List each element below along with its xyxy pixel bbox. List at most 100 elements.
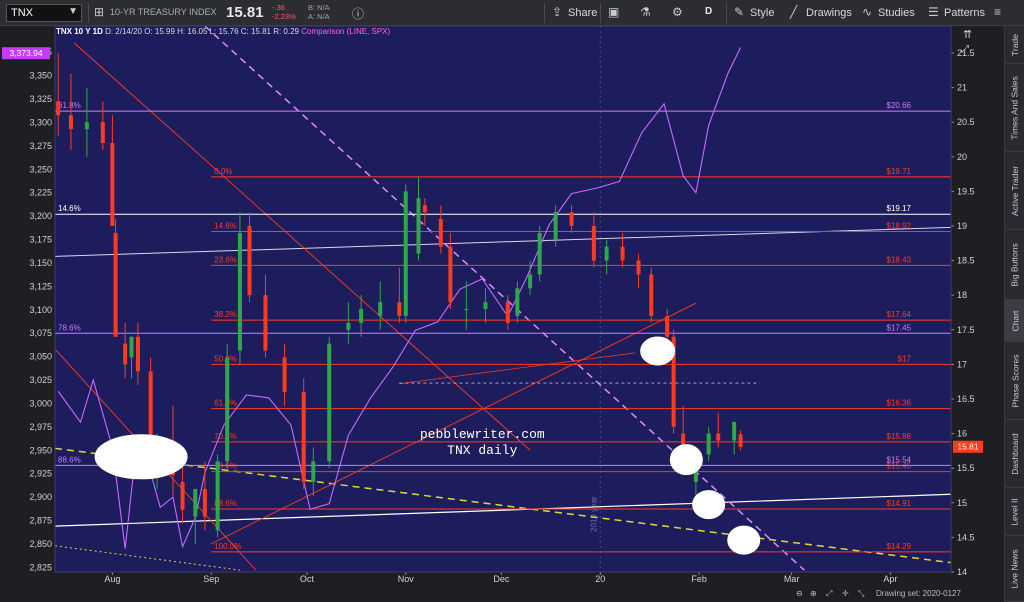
candle-body (448, 246, 453, 303)
top-toolbar: TNX ▼ ⊞ 10-YR TREASURY INDEX 15.81 -.36 … (0, 0, 1024, 26)
instrument-description: 10-YR TREASURY INDEX (110, 7, 217, 17)
drawing-set-label[interactable]: Drawing set: 2020-0127 (876, 589, 961, 598)
watermark-line-2: TNX daily (447, 443, 517, 458)
sidebar-tab-label: Dashboard (1010, 432, 1020, 475)
left-axis-label: 2,850 (29, 539, 52, 549)
candle-body (732, 421, 737, 441)
candle-body (738, 434, 743, 447)
info-icon[interactable]: ⓘ (352, 5, 364, 22)
fib-level-percent: 14.6% (214, 222, 237, 231)
axis-expand-icon[interactable]: ⤢ (961, 44, 969, 55)
candle-body (100, 122, 105, 143)
highlight-ellipse (669, 444, 703, 476)
gear-icon[interactable]: ⚙ (672, 5, 683, 19)
style-button[interactable]: Style (750, 5, 774, 21)
x-axis-label: Dec (493, 574, 510, 584)
candle-body (193, 488, 198, 517)
x-axis-label: Apr (883, 574, 897, 584)
sidebar-tab-live-news[interactable]: Live News (1005, 536, 1024, 602)
sidebar-tab-label: Big Buttons (1010, 242, 1021, 287)
chart-canvas[interactable]: 2019 year 0.0% $19.71 14.6% $18.92 23.6% $18.4… (0, 26, 1004, 602)
fib-level-value: $20.66 (887, 101, 912, 110)
fib-level-value: $15.54 (887, 455, 912, 464)
share-button[interactable]: Share (568, 5, 597, 21)
toolbar-divider (88, 3, 89, 23)
right-axis-label: 20 (957, 152, 967, 162)
right-axis-label: 19 (957, 221, 967, 231)
candle-body (620, 246, 625, 261)
candle-body (649, 274, 654, 316)
candle-body (215, 461, 220, 531)
sidebar-tab-phase-scores[interactable]: Phase Scores (1005, 342, 1024, 420)
drawings-icon[interactable]: ╱ (790, 5, 797, 19)
left-axis-label: 3,050 (29, 352, 52, 362)
chevron-down-icon[interactable]: ▼ (68, 6, 78, 17)
zoom-in-icon[interactable]: ⊕ (810, 589, 817, 598)
candle-body (505, 302, 510, 323)
add-watchlist-icon[interactable]: ⊞ (94, 5, 104, 19)
x-axis-label: Mar (784, 574, 800, 584)
crosshair-icon[interactable]: ✛ (842, 589, 849, 598)
sidebar-tab-times-and-sales[interactable]: Times And Sales (1005, 64, 1024, 152)
patterns-icon[interactable]: ☰ (928, 5, 939, 19)
candle-body (247, 225, 252, 296)
fib-level-value: $14.29 (887, 542, 912, 551)
period-selector[interactable]: D (705, 6, 712, 17)
x-axis-label: Nov (398, 574, 415, 584)
left-axis-label: 2,950 (29, 445, 52, 455)
sidebar-tab-trade[interactable]: Trade (1005, 26, 1024, 64)
candle-body (282, 357, 287, 393)
fit-icon[interactable]: ⤢ (826, 589, 832, 599)
candle-body (135, 336, 140, 372)
right-axis-label: 15.5 (957, 463, 975, 473)
header-comparison: Comparison (LINE, SPX) (301, 27, 391, 36)
ask-value: A: N/A (308, 12, 330, 21)
more-menu-icon[interactable]: ≡ (994, 5, 1001, 19)
sidebar-tab-dashboard[interactable]: Dashboard (1005, 420, 1024, 488)
flask-icon[interactable]: ⚗ (640, 5, 651, 19)
left-axis-label: 2,825 (29, 562, 52, 572)
last-price: 15.81 (226, 4, 264, 21)
patterns-button[interactable]: Patterns (944, 5, 985, 21)
candle-body (604, 246, 609, 261)
fib-level-value: $14.91 (887, 499, 912, 508)
fib-level-value: $16.36 (887, 399, 912, 408)
sidebar-tab-big-buttons[interactable]: Big Buttons (1005, 230, 1024, 300)
x-axis-label: 20 (595, 574, 605, 584)
save-icon[interactable]: ▣ (608, 5, 619, 19)
drawings-button[interactable]: Drawings (806, 5, 852, 21)
zoom-out-icon[interactable]: ⊖ (796, 589, 803, 598)
sidebar-tab-chart[interactable]: Chart (1005, 300, 1024, 342)
candle-body (569, 212, 574, 226)
style-icon[interactable]: ✎ (734, 5, 744, 19)
change-percent: -2.23% (272, 12, 296, 21)
sidebar-tab-level-ii[interactable]: Level II (1005, 488, 1024, 536)
left-axis-label: 3,150 (29, 258, 52, 268)
symbol-input[interactable]: TNX ▼ (6, 4, 82, 22)
header-ohlc: O: 15.99 H: 16.05 L: 15.76 C: 15.81 R: 0… (144, 27, 300, 36)
candle-body (416, 198, 421, 254)
candle-body (311, 461, 316, 483)
candle-body (716, 433, 721, 441)
candle-body (515, 288, 520, 316)
candle-body (438, 219, 443, 247)
studies-button[interactable]: Studies (878, 5, 915, 21)
candle-body (237, 232, 242, 351)
axis-settings-icon[interactable]: ⇈ (963, 28, 972, 41)
drag-icon[interactable]: ⤡ (858, 589, 864, 599)
candle-body (422, 205, 427, 213)
symbol-value: TNX (11, 7, 33, 19)
sidebar-tab-active-trader[interactable]: Active Trader (1005, 152, 1024, 230)
candle-body (129, 336, 134, 358)
left-axis-label: 3,275 (29, 141, 52, 151)
candle-body (537, 232, 542, 275)
left-axis-label: 3,125 (29, 281, 52, 291)
share-icon[interactable]: ⇪ (552, 5, 562, 19)
left-axis-label: 3,300 (29, 117, 52, 127)
chart-area[interactable]: 2019 year 0.0% $19.71 14.6% $18.92 23.6% $18.4… (0, 26, 1004, 602)
watermark-line-1: pebblewriter.com (420, 427, 545, 442)
studies-icon[interactable]: ∿ (862, 5, 872, 19)
right-axis-label: 16.5 (957, 394, 975, 404)
right-axis-label: 14.5 (957, 532, 975, 542)
fib-level-percent: 38.2% (214, 310, 237, 319)
